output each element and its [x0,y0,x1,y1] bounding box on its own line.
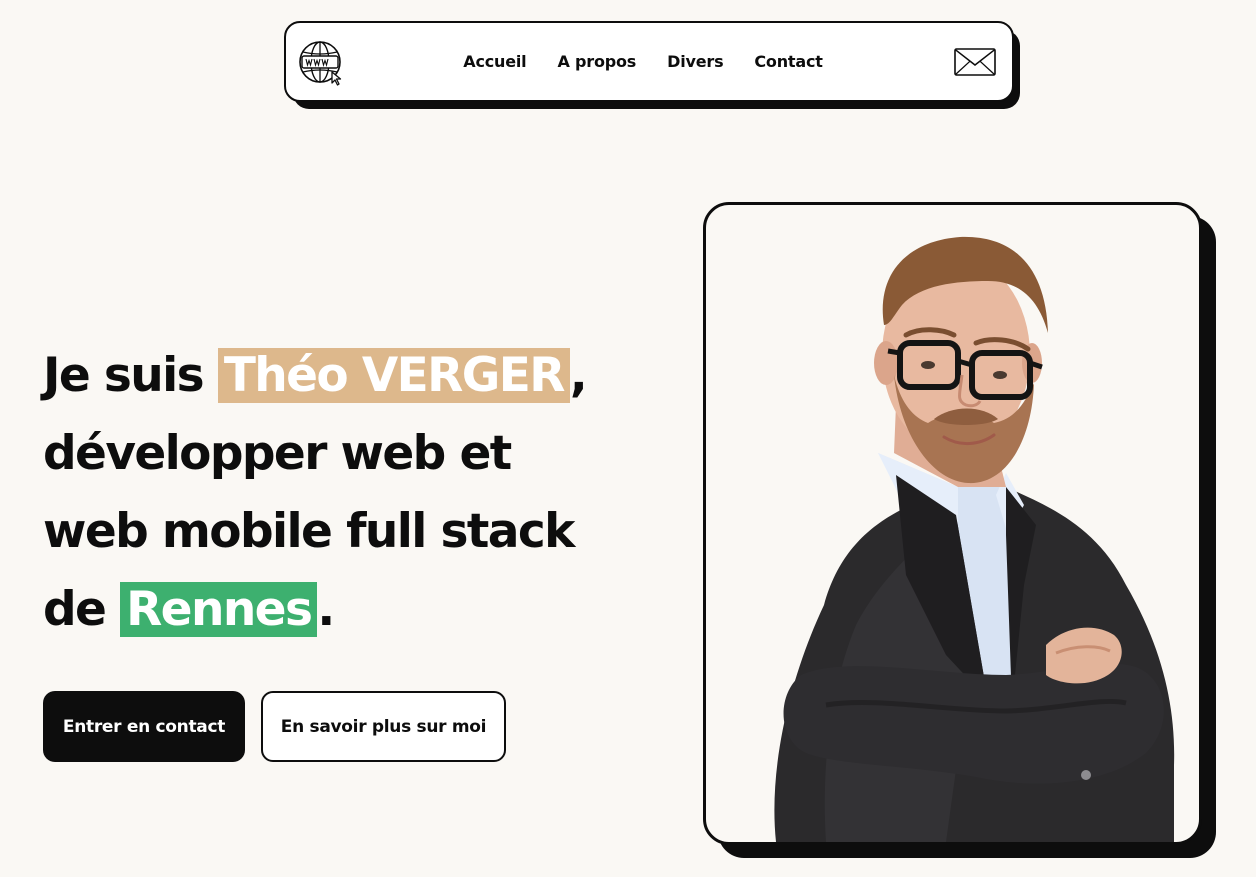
highlighted-name: Théo VERGER [217,348,570,403]
hero-headline: Je suis Théo VERGER, développer web et w… [43,337,663,649]
navbar: Accueil A propos Divers Contact [284,21,1014,102]
nav-links: Accueil A propos Divers Contact [286,23,1012,100]
highlighted-city: Rennes [120,582,318,637]
photo-card [703,202,1202,845]
nav-link-contact[interactable]: Contact [754,52,823,71]
about-me-button[interactable]: En savoir plus sur moi [261,691,506,762]
nav-link-divers[interactable]: Divers [667,52,723,71]
nav-link-accueil[interactable]: Accueil [463,52,526,71]
contact-button[interactable]: Entrer en contact [43,691,245,762]
nav-link-a-propos[interactable]: A propos [557,52,636,71]
headline-text: web mobile full stack [43,504,575,559]
headline-text: Je suis [43,348,218,403]
headline-text: . [317,582,335,637]
envelope-icon[interactable] [954,48,996,76]
portrait-photo [774,236,1175,842]
headline-text: de [43,582,121,637]
headline-text: développer web et [43,426,512,481]
headline-text: , [569,348,588,403]
